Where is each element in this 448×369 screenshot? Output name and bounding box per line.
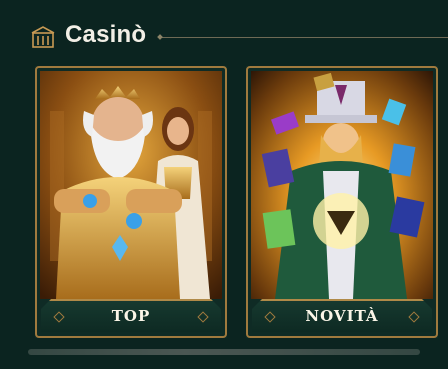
- card-label-plate: TOP: [41, 299, 221, 332]
- section-title: Casinò: [65, 21, 147, 48]
- game-card-novita[interactable]: NOVITÀ: [246, 66, 438, 338]
- casino-building-icon: [30, 25, 56, 49]
- game-card-top[interactable]: TOP: [35, 66, 227, 338]
- wizard-with-cards-game-art: [251, 71, 433, 299]
- section-header: Casinò: [0, 0, 448, 72]
- card-label: TOP: [111, 307, 151, 325]
- card-label: NOVITÀ: [305, 307, 379, 325]
- header-divider: [160, 37, 448, 38]
- horizontal-scrollbar[interactable]: [28, 349, 420, 355]
- card-label-plate: NOVITÀ: [252, 299, 432, 332]
- zeus-and-goddess-game-art: [40, 71, 222, 299]
